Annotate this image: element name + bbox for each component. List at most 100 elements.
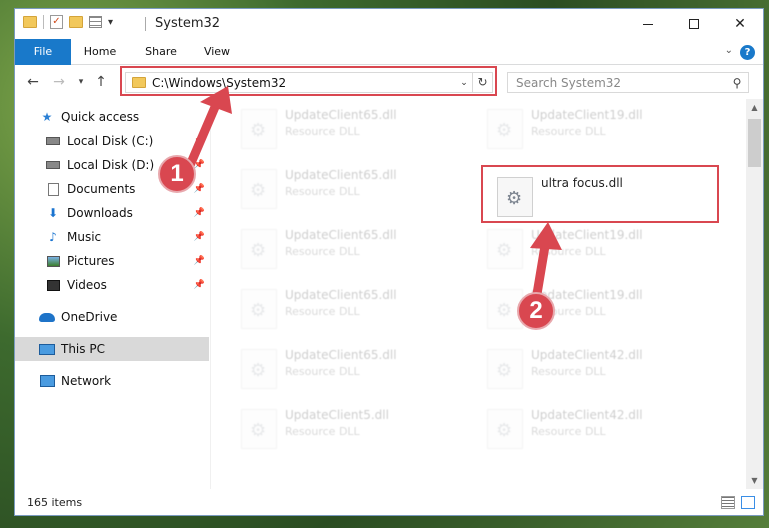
close-icon: ✕ (734, 16, 746, 32)
file-item[interactable]: ⚙ UpdateClient65.dll Resource DLL (229, 223, 459, 275)
pin-icon[interactable]: 📌 (194, 184, 205, 194)
quick-access-toolbar: ✓ ▾ (23, 15, 113, 29)
maximize-button[interactable] (671, 9, 717, 39)
sidebar-item-label: Local Disk (C:) (67, 134, 154, 148)
tab-home[interactable]: Home (77, 39, 123, 65)
documents-icon (45, 182, 61, 196)
dll-file-icon: ⚙ (487, 109, 523, 149)
vertical-scrollbar[interactable]: ▲ ▼ (746, 99, 763, 489)
sidebar-item-quick-access[interactable]: ★ Quick access (15, 105, 209, 129)
sidebar-item-network[interactable]: Network (15, 369, 209, 393)
address-path[interactable]: C:\Windows\System32 (152, 76, 456, 90)
minimize-button[interactable] (625, 9, 671, 39)
pin-icon[interactable]: 📌 (194, 136, 205, 146)
file-name: UpdateClient65.dll (285, 108, 397, 122)
file-name: UpdateClient5.dll (285, 408, 389, 422)
dll-file-icon: ⚙ (241, 169, 277, 209)
sidebar-item-downloads[interactable]: ⬇ Downloads 📌 (15, 201, 209, 225)
file-type: Resource DLL (285, 365, 360, 378)
divider (145, 17, 146, 31)
sidebar-item-label: This PC (61, 342, 105, 356)
customize-icon[interactable] (89, 16, 102, 28)
refresh-button[interactable]: ↻ (472, 73, 492, 92)
folder-icon (132, 77, 146, 88)
file-type: Resource DLL (285, 305, 360, 318)
file-item-ultra-focus[interactable]: ⚙ ultra focus.dll (485, 171, 715, 223)
tab-file[interactable]: File (15, 39, 71, 65)
sidebar-item-label: Quick access (61, 110, 140, 124)
pin-icon[interactable]: 📌 (194, 232, 205, 242)
new-folder-icon[interactable] (69, 16, 83, 28)
file-name: UpdateClient42.dll (531, 348, 643, 362)
videos-icon (45, 278, 61, 292)
up-button[interactable]: ↑ (91, 72, 111, 92)
sidebar-item-onedrive[interactable]: OneDrive (15, 305, 209, 329)
file-item[interactable]: ⚙ UpdateClient65.dll Resource DLL (229, 163, 459, 215)
folder-icon[interactable] (23, 16, 37, 28)
sidebar-item-label: Music (67, 230, 102, 244)
file-item[interactable]: ⚙ UpdateClient65.dll Resource DLL (229, 103, 459, 155)
properties-check-icon[interactable]: ✓ (50, 15, 63, 29)
title-bar: ✓ ▾ System32 ✕ (15, 9, 763, 39)
chevron-down-icon[interactable]: ⌄ (456, 78, 472, 88)
file-item[interactable]: ⚙ UpdateClient65.dll Resource DLL (229, 283, 459, 335)
sidebar-item-pictures[interactable]: Pictures 📌 (15, 249, 209, 273)
dll-file-icon: ⚙ (241, 349, 277, 389)
file-list: ⚙ UpdateClient65.dll Resource DLL ⚙ Upda… (213, 99, 748, 489)
file-item[interactable]: ⚙ UpdateClient42.dll Resource DLL (475, 403, 705, 455)
search-input[interactable] (508, 75, 726, 90)
sidebar-item-label: OneDrive (61, 310, 118, 324)
address-row: ← → ▾ ↑ C:\Windows\System32 ⌄ ↻ ⚲ (15, 66, 763, 98)
search-box[interactable]: ⚲ (507, 72, 749, 93)
file-name: ultra focus.dll (541, 176, 623, 190)
file-item[interactable]: ⚙ UpdateClient19.dll Resource DLL (475, 223, 705, 275)
file-type: Resource DLL (531, 125, 606, 138)
file-item[interactable]: ⚙ UpdateClient19.dll Resource DLL (475, 103, 705, 155)
network-icon (39, 374, 55, 388)
pin-icon[interactable]: 📌 (194, 208, 205, 218)
pictures-icon (45, 254, 61, 268)
help-icon[interactable]: ? (740, 45, 755, 60)
sidebar-item-this-pc[interactable]: This PC (15, 337, 209, 361)
file-item[interactable]: ⚙ UpdateClient42.dll Resource DLL (475, 343, 705, 395)
large-icons-view-icon[interactable] (741, 496, 755, 509)
search-icon[interactable]: ⚲ (726, 76, 748, 90)
sidebar-item-local-disk-c[interactable]: Local Disk (C:) 📌 (15, 129, 209, 153)
file-type: Resource DLL (285, 425, 360, 438)
file-type: Resource DLL (531, 365, 606, 378)
close-button[interactable]: ✕ (717, 9, 763, 39)
sidebar-item-label: Pictures (67, 254, 115, 268)
dll-file-icon: ⚙ (241, 109, 277, 149)
file-name: UpdateClient42.dll (531, 408, 643, 422)
recent-locations-button[interactable]: ▾ (71, 72, 91, 92)
forward-button[interactable]: → (49, 72, 69, 92)
scroll-down-icon[interactable]: ▼ (746, 472, 763, 489)
status-bar: 165 items (15, 491, 763, 515)
back-button[interactable]: ← (23, 72, 43, 92)
pin-icon[interactable]: 📌 (194, 280, 205, 290)
step-badge-1: 1 (158, 155, 196, 193)
scroll-thumb[interactable] (748, 119, 761, 167)
disk-icon (45, 158, 61, 172)
dll-file-icon: ⚙ (241, 229, 277, 269)
details-view-icon[interactable] (721, 496, 735, 509)
file-type: Resource DLL (285, 185, 360, 198)
tab-view[interactable]: View (197, 39, 237, 65)
scroll-up-icon[interactable]: ▲ (746, 99, 763, 116)
sidebar-item-music[interactable]: ♪ Music 📌 (15, 225, 209, 249)
pin-icon[interactable]: 📌 (194, 256, 205, 266)
file-item[interactable]: ⚙ UpdateClient19.dll Resource DLL (475, 283, 705, 335)
music-icon: ♪ (49, 230, 57, 244)
file-type: Resource DLL (531, 425, 606, 438)
file-item[interactable]: ⚙ UpdateClient65.dll Resource DLL (229, 343, 459, 395)
dll-file-icon: ⚙ (487, 409, 523, 449)
expand-ribbon-icon[interactable]: ⌄ (725, 45, 733, 56)
chevron-down-icon[interactable]: ▾ (108, 17, 113, 28)
tab-share[interactable]: Share (139, 39, 183, 65)
sidebar-item-videos[interactable]: Videos 📌 (15, 273, 209, 297)
sidebar-item-label: Local Disk (D:) (67, 158, 155, 172)
cloud-icon (39, 310, 55, 324)
address-bar[interactable]: C:\Windows\System32 ⌄ ↻ (125, 72, 493, 93)
file-type: Resource DLL (285, 245, 360, 258)
file-item[interactable]: ⚙ UpdateClient5.dll Resource DLL (229, 403, 459, 455)
